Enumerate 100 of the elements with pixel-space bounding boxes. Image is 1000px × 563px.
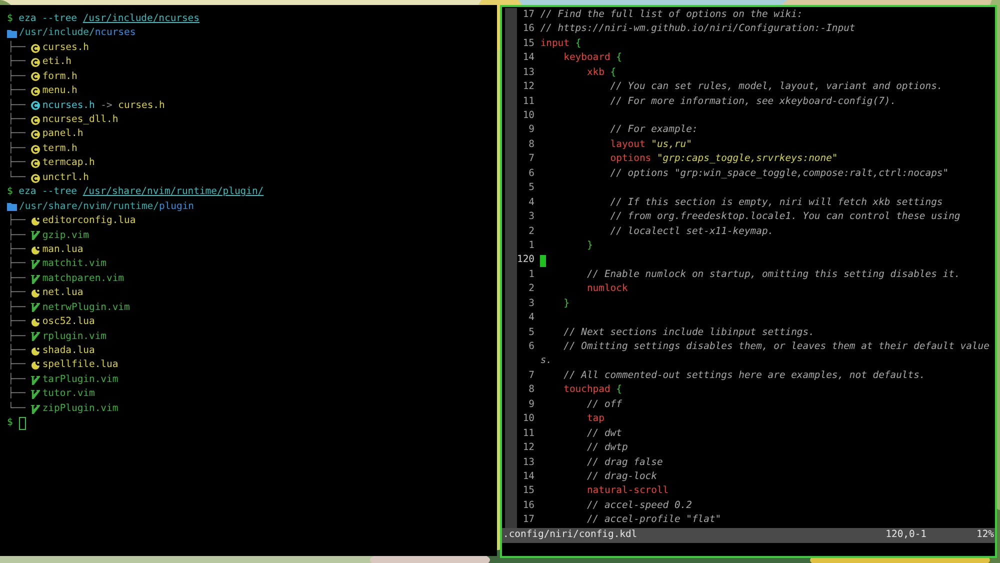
tree-branch: └── (8, 402, 26, 416)
line-number: 14 (522, 470, 534, 484)
file-path: .config/niri/config.kdl (503, 528, 638, 542)
code-keyword: touchpad (564, 383, 610, 398)
code-string: "us,ru" (651, 138, 692, 152)
file-name: ncurses.h (42, 98, 95, 113)
code-comment: // If this section is empty, niri will fetch xkb settings (610, 196, 943, 210)
prompt-symbol: $ (7, 416, 13, 430)
file-name: unctrl.h (42, 170, 89, 185)
link-arrow: -> (100, 98, 112, 113)
c-file-icon (31, 44, 40, 53)
line-number: 1 (528, 268, 534, 282)
code-comment: // Find the full list of options on the wiki: (540, 8, 803, 22)
code-comment: // options "grp:win_space_toggle,compose:ralt,ctrl:nocaps" (610, 166, 949, 181)
prompt-symbol: $ (7, 12, 13, 26)
code-comment: // from org.freedesktop.locale1. You can control these using (610, 210, 960, 224)
line-number: 15 (522, 36, 534, 51)
file-name: termcap.h (42, 156, 95, 170)
c-file-icon (31, 144, 40, 154)
moon-icon (31, 216, 40, 226)
line-number: 4 (528, 311, 534, 326)
code-brace: { (610, 66, 616, 80)
tree-branch: ├── (8, 142, 26, 156)
code-keyword: numlock (586, 282, 628, 296)
vim-icon (31, 404, 40, 414)
link-target: curses.h (118, 98, 165, 113)
line-number: 2 (528, 224, 534, 239)
file-name: form.h (42, 70, 78, 84)
code-comment: // Enable numlock on startup, omitting this setting disables it. (586, 268, 960, 282)
line-number: 10 (522, 109, 534, 124)
tree-branch: ├── (8, 113, 26, 126)
tree-branch: ├── (8, 286, 26, 300)
file-name: panel.h (42, 127, 84, 142)
text-cursor (540, 254, 546, 267)
line-number: 14 (522, 51, 534, 66)
moon-icon (31, 246, 40, 255)
command-option: --tree (42, 185, 77, 200)
tree-branch: ├── (8, 156, 26, 170)
moon-icon (31, 346, 40, 356)
file-name: term.h (42, 142, 78, 156)
code-comment: // All commented-out settings here are examples, not defaults. (564, 368, 926, 383)
code-comment: // You can set rules, model, layout, variant and options. (610, 80, 943, 94)
line-number: 13 (522, 66, 534, 80)
tree-branch: ├── (8, 387, 26, 402)
code-comment: // Omitting settings disables them, or leaves them at their default value (564, 340, 990, 354)
tree-branch: ├── (8, 330, 26, 344)
tree-branch: ├── (8, 257, 26, 272)
tree-branch: ├── (8, 40, 26, 54)
code-comment: // Next sections include libinput settings. (564, 326, 814, 340)
line-number: 9 (528, 398, 534, 412)
line-number: 12 (522, 80, 534, 94)
code-keyword: layout (610, 138, 646, 152)
code-comment: // dwtp (586, 441, 628, 456)
line-number: 11 (522, 94, 534, 109)
line-number: 17 (522, 8, 534, 22)
command-path: /usr/include/ncurses (82, 12, 200, 26)
tree-branch: ├── (8, 98, 26, 112)
c-file-icon (31, 58, 40, 68)
command-path: /usr/share/nvim/runtime/plugin/ (82, 185, 264, 200)
line-number: 7 (528, 152, 534, 166)
file-name: shada.lua (42, 344, 95, 358)
file-name: matchit.vim (42, 257, 106, 272)
directory-path: /usr/include/ (19, 26, 95, 40)
code-comment: // drag false (586, 456, 663, 470)
directory-path: /usr/share/nvim/runtime/ (19, 200, 159, 214)
code-keyword: xkb (586, 66, 604, 80)
line-number: 5 (528, 326, 534, 340)
line-number: 15 (522, 484, 534, 498)
code-comment: // accel-profile "flat" (586, 513, 722, 528)
code-brace: { (616, 51, 622, 66)
file-name: tarPlugin.vim (42, 372, 118, 387)
code-brace: } (564, 296, 570, 311)
command-option: --tree (42, 12, 77, 26)
line-number: 9 (528, 123, 534, 138)
tree-branch: └── (8, 170, 26, 185)
tree-branch: ├── (8, 55, 26, 70)
tree-branch: ├── (8, 84, 26, 98)
moon-icon (31, 318, 40, 327)
tree-branch: ├── (8, 300, 26, 314)
code-comment: // https://niri-wm.github.io/niri/Configuration:-Input (540, 22, 856, 36)
line-number: 16 (522, 498, 534, 513)
directory-name: plugin (158, 200, 194, 214)
code-keyword: input (540, 36, 570, 51)
line-number: 11 (522, 426, 534, 441)
code-keyword: natural-scroll (586, 484, 669, 498)
file-name: spellfile.lua (42, 358, 118, 372)
folder-icon (7, 202, 17, 211)
line-number: 16 (522, 22, 534, 36)
code-brace: { (616, 383, 622, 398)
code-brace: } (586, 238, 593, 253)
line-number: 8 (528, 138, 534, 152)
tree-branch: ├── (8, 272, 26, 286)
tree-branch: ├── (8, 315, 26, 330)
c-file-icon (31, 72, 40, 82)
code-comment: // drag-lock (586, 470, 657, 484)
tree-branch: ├── (8, 344, 26, 358)
file-name: ncurses_dll.h (42, 113, 118, 128)
file-name: netrwPlugin.vim (42, 300, 130, 315)
tree-branch: ├── (8, 214, 26, 228)
line-number: 10 (522, 412, 534, 426)
